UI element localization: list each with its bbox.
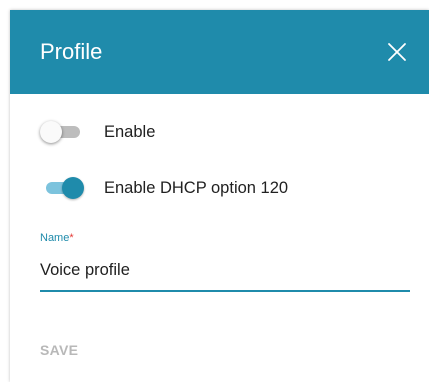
profile-dialog: Profile Enable Enable DHCP option 120 Na…	[10, 10, 429, 382]
enable-toggle-knob	[40, 121, 62, 143]
name-input[interactable]	[40, 257, 410, 283]
name-field-label: Name*	[40, 232, 74, 244]
required-marker: *	[69, 232, 74, 244]
close-icon	[388, 43, 406, 61]
dialog-header: Profile	[10, 10, 429, 94]
name-label-text: Name	[40, 232, 70, 244]
dhcp-option-label: Enable DHCP option 120	[104, 178, 289, 197]
dhcp-option-row: Enable DHCP option 120	[40, 176, 288, 200]
enable-row: Enable	[40, 120, 155, 144]
enable-toggle[interactable]	[40, 120, 84, 144]
dialog-title: Profile	[40, 39, 103, 64]
dhcp-option-120-toggle[interactable]	[40, 176, 84, 200]
close-button[interactable]	[386, 41, 408, 63]
save-button[interactable]: SAVE	[40, 342, 78, 358]
dhcp-toggle-knob	[62, 177, 84, 199]
enable-label: Enable	[104, 122, 156, 141]
name-input-underline	[40, 290, 410, 292]
